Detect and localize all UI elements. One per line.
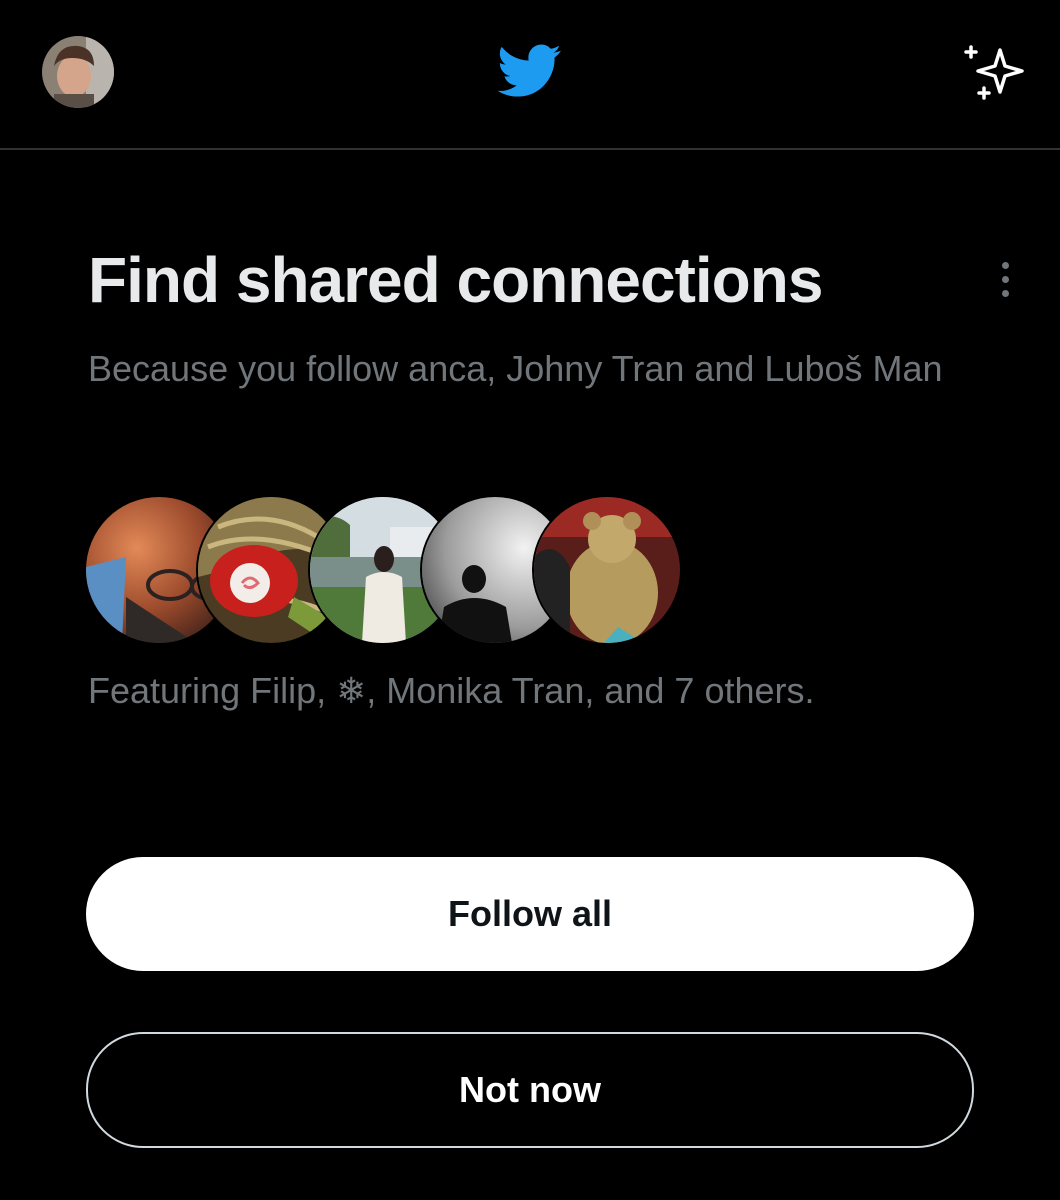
featuring-text: Featuring Filip, ❄, Monika Tran, and 7 o… <box>88 670 815 711</box>
user-avatar[interactable] <box>42 36 114 108</box>
more-dot <box>1002 290 1009 297</box>
more-vertical-icon[interactable] <box>990 256 1022 304</box>
card-subtitle: Because you follow anca, Johny Tran and … <box>88 348 943 389</box>
facepile[interactable] <box>86 497 680 647</box>
not-now-button[interactable]: Not now <box>86 1032 974 1148</box>
follow-all-button[interactable]: Follow all <box>86 857 974 971</box>
twitter-bird-icon[interactable] <box>497 44 562 100</box>
more-dot <box>1002 262 1009 269</box>
more-dot <box>1002 276 1009 283</box>
sparkle-icon[interactable] <box>960 40 1030 106</box>
top-bar <box>0 0 1060 150</box>
face-icon[interactable] <box>534 497 680 643</box>
card-title: Find shared connections <box>88 244 823 316</box>
